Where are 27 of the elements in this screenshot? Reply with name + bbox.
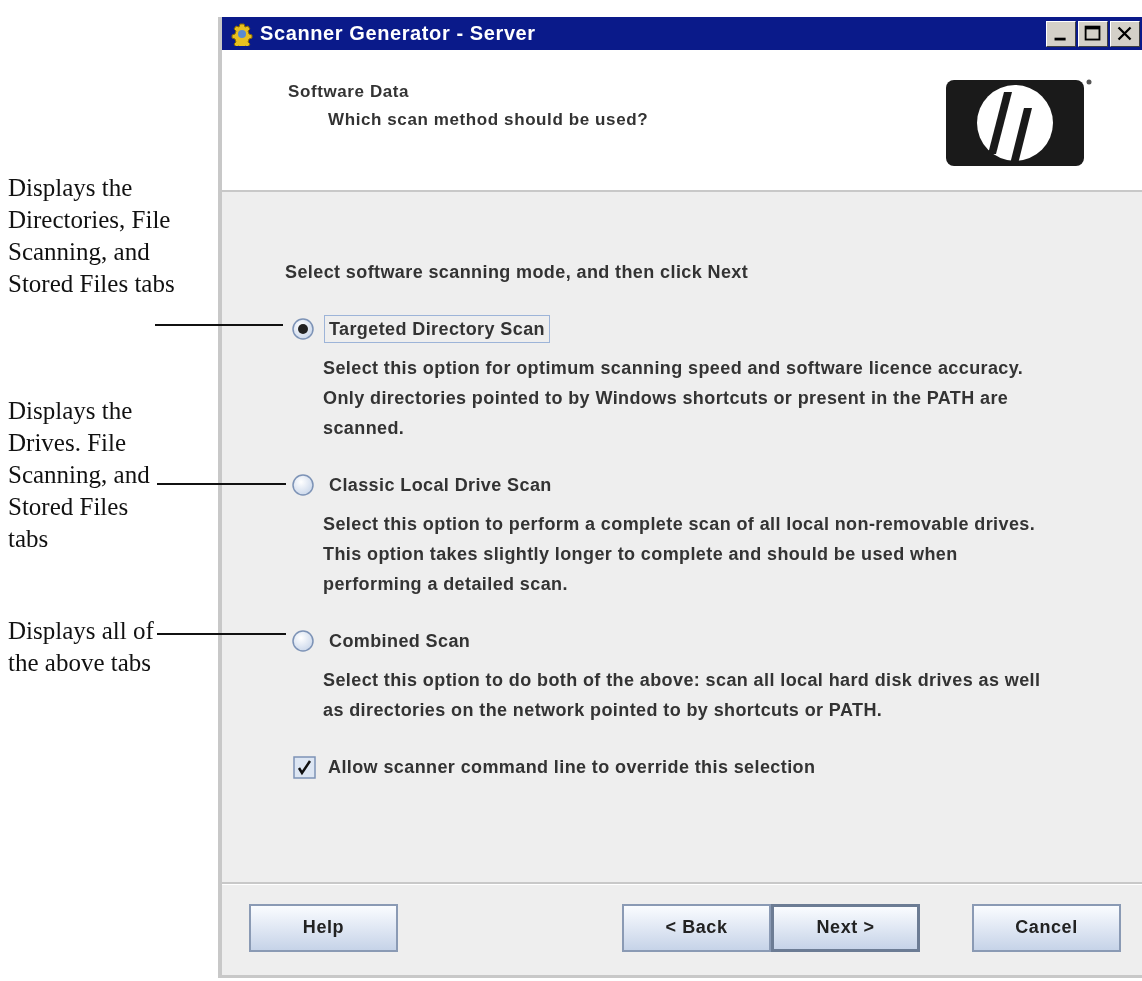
minimize-button[interactable] bbox=[1046, 20, 1076, 47]
radio-label[interactable]: Targeted Directory Scan bbox=[324, 315, 550, 343]
radio-button[interactable] bbox=[292, 630, 314, 652]
dialog-button[interactable]: < Back bbox=[622, 903, 771, 952]
radio-label[interactable]: Combined Scan bbox=[324, 627, 476, 655]
option-description: Select this option to perform a complete scan of all local non-removable drives. This option takes slightly longer to complete and should be used when performing a detailed scan. bbox=[323, 513, 1037, 596]
option-description: Select this option to do both of the above: scan all local hard disk drives as well as directories on the network pointed to by shortcuts or PATH. bbox=[323, 669, 1042, 722]
annotation-text: Displays the Drives. File Scanning, and Stored Files tabs bbox=[8, 396, 151, 554]
dialog-button[interactable]: Cancel bbox=[972, 903, 1121, 952]
radio-button[interactable] bbox=[292, 474, 314, 496]
annotation-text: Displays the Directories, File Scanning, and Stored Files tabs bbox=[8, 173, 176, 299]
annotation-text: Displays all of the above tabs bbox=[8, 616, 155, 678]
window-title: Scanner Generator - Server bbox=[260, 22, 537, 45]
dialog-button[interactable]: Help bbox=[249, 903, 398, 952]
page-subtitle: Which scan method should be used? bbox=[327, 110, 650, 130]
checkbox[interactable] bbox=[293, 755, 316, 779]
gear-icon bbox=[230, 21, 254, 46]
logo-icon bbox=[946, 78, 1092, 168]
radio-button[interactable] bbox=[292, 318, 314, 340]
radio-label[interactable]: Classic Local Drive Scan bbox=[324, 471, 557, 499]
dialog-button[interactable]: Next > bbox=[771, 903, 920, 952]
instruction-text: Select software scanning mode, and then click Next bbox=[285, 261, 749, 284]
checkbox-label[interactable]: Allow scanner command line to override this selection bbox=[326, 752, 816, 782]
option-description: Select this option for optimum scanning speed and software licence accuracy. Only directories pointed to by Windows shortcuts or present in the PATH are scanned. bbox=[323, 357, 1025, 440]
page-title: Software Data bbox=[288, 82, 411, 102]
close-button[interactable] bbox=[1110, 20, 1140, 47]
maximize-button[interactable] bbox=[1078, 20, 1108, 47]
